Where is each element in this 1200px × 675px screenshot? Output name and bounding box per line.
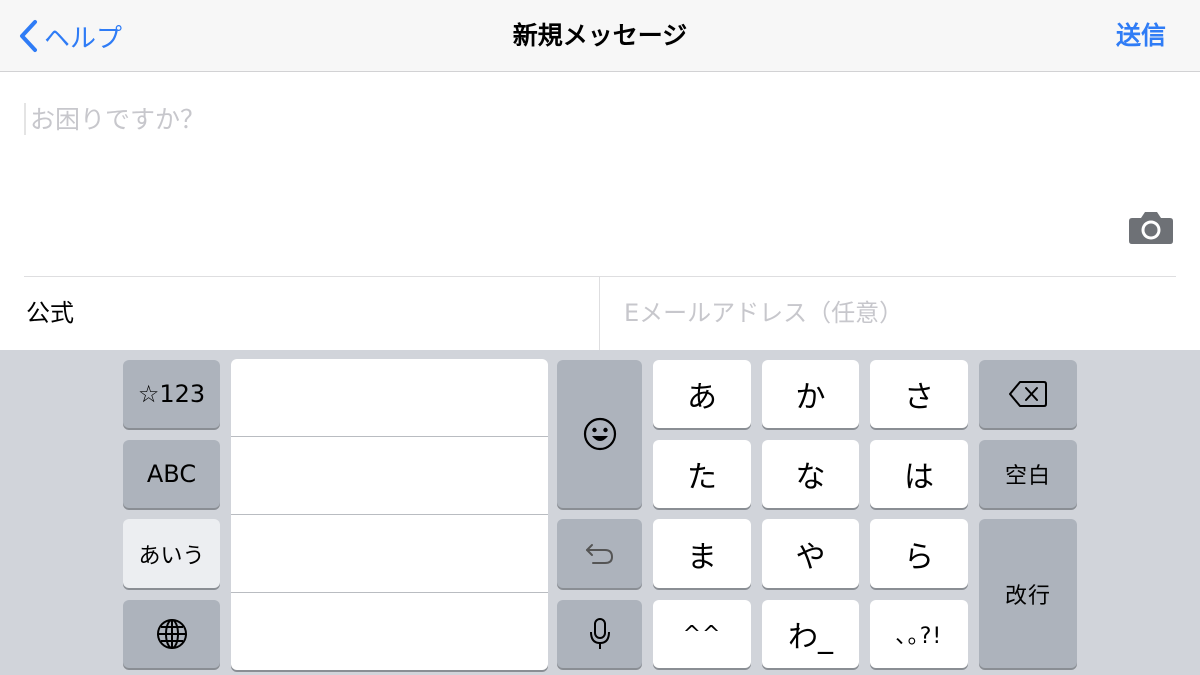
kana-key-ta[interactable]: た [653, 440, 751, 508]
backspace-icon [1009, 381, 1047, 407]
kana-key-punctuation[interactable]: ､｡?! [870, 600, 968, 668]
kana-key-na[interactable]: な [762, 440, 859, 508]
kana-key-label: ､｡?! [895, 624, 943, 649]
divider [24, 276, 1176, 277]
globe-key[interactable] [123, 600, 220, 668]
kana-key-label: ら [904, 539, 934, 575]
send-button[interactable]: 送信 [1116, 0, 1166, 72]
backspace-key[interactable] [979, 360, 1077, 428]
globe-icon [156, 619, 187, 649]
text-cursor [24, 103, 26, 135]
kana-key-label: さ [904, 380, 934, 415]
kana-key-label: な [795, 460, 826, 495]
microphone-icon [589, 618, 610, 649]
emoji-icon [583, 417, 616, 451]
microphone-key[interactable] [557, 600, 642, 668]
email-field[interactable] [624, 292, 1164, 334]
return-key[interactable]: 改行 [979, 519, 1077, 668]
page-title: 新規メッセージ [512, 21, 688, 50]
japanese-kana-keyboard: ☆123 ABC あいう あ か さ た な は ま や ら ^^ わ_ ､｡?… [0, 350, 1200, 675]
return-key-label: 改行 [1004, 583, 1051, 609]
candidate-divider [231, 592, 548, 593]
kana-key-ma[interactable]: ま [653, 519, 751, 588]
emoji-key[interactable] [557, 360, 642, 508]
kana-key-ka[interactable]: か [762, 360, 859, 428]
back-button[interactable]: ヘルプ [18, 0, 122, 72]
kana-key-ha[interactable]: は [870, 440, 968, 508]
kana-key-sa[interactable]: さ [870, 360, 968, 428]
kana-key-wa[interactable]: わ_ [762, 600, 859, 668]
kana-key-label: や [795, 539, 826, 575]
field-separator [599, 276, 600, 350]
space-key-label: 空白 [1004, 464, 1051, 489]
candidate-list[interactable] [231, 359, 548, 670]
abc-key[interactable]: ABC [123, 440, 220, 508]
space-key[interactable]: 空白 [979, 440, 1077, 508]
kana-key-label: か [795, 380, 826, 415]
kana-key-ya[interactable]: や [762, 519, 859, 588]
kana-key-emoticon[interactable]: ^^ [653, 600, 751, 668]
message-compose-area [0, 73, 1200, 276]
message-input[interactable] [30, 99, 1110, 139]
kana-key-label: た [687, 460, 717, 495]
symbols-key-label: ☆123 [137, 380, 206, 408]
candidate-divider [231, 514, 548, 515]
kana-mode-key-label: あいう [138, 543, 205, 569]
symbols-key[interactable]: ☆123 [123, 360, 220, 428]
abc-key-label: ABC [146, 460, 197, 488]
back-button-label: ヘルプ [44, 23, 123, 54]
kana-key-label: は [904, 460, 934, 495]
undo-key[interactable] [557, 519, 642, 588]
kana-mode-key[interactable]: あいう [123, 519, 220, 588]
name-field[interactable]: 公式 [26, 276, 74, 350]
kana-key-label: あ [687, 380, 717, 415]
kana-key-ra[interactable]: ら [870, 519, 968, 588]
kana-key-label: ま [687, 539, 717, 575]
undo-icon [585, 543, 613, 564]
kana-key-a[interactable]: あ [653, 360, 751, 428]
candidate-divider [231, 436, 548, 437]
camera-icon[interactable] [1128, 209, 1174, 245]
kana-key-label: わ_ [788, 620, 833, 655]
kana-key-label: ^^ [682, 621, 722, 647]
chevron-left-icon [20, 20, 37, 52]
form-fields-row: 公式 [0, 276, 1200, 350]
navigation-bar: ヘルプ 新規メッセージ 送信 [0, 0, 1200, 72]
